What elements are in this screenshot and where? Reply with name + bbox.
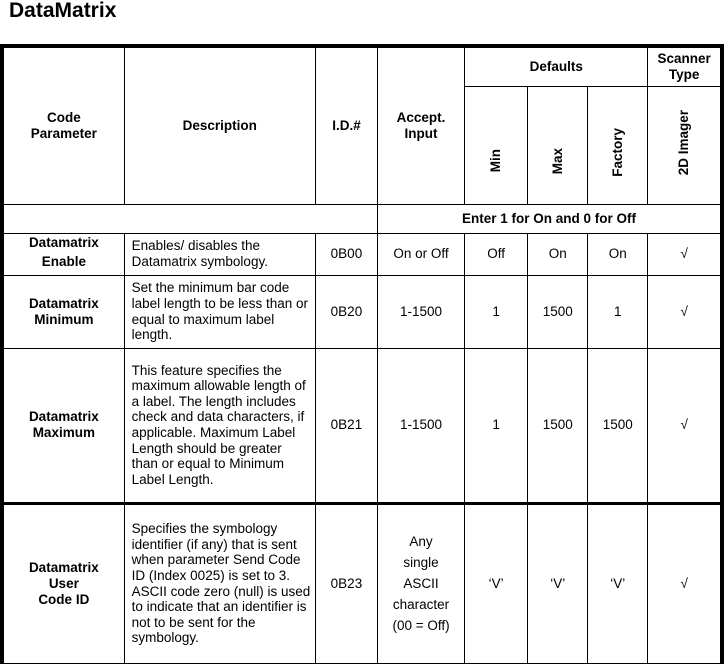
check-icon: √ xyxy=(647,274,723,349)
default-min-cell: ‘V’ xyxy=(464,501,529,664)
default-factory-cell: 1 xyxy=(587,274,649,349)
header-max: Max xyxy=(549,147,565,175)
table-row: Datamatrix Minimum Set the minimum bar c… xyxy=(1,274,723,349)
param-name-line: User xyxy=(48,575,79,591)
code-parameter-cell: Datamatrix Maximum xyxy=(1,347,125,504)
default-min-cell: 1 xyxy=(464,274,529,349)
header-imager-cell: 2D Imager xyxy=(647,85,723,205)
param-name-line: Maximum xyxy=(32,425,95,440)
header-max-cell: Max xyxy=(527,85,589,205)
param-name-line: Minimum xyxy=(34,311,94,327)
header-factory: Factory xyxy=(609,127,625,177)
default-factory-cell: ‘V’ xyxy=(587,501,649,664)
default-max-cell: 1500 xyxy=(527,274,589,349)
header-2d-imager: 2D Imager xyxy=(676,110,692,176)
header-description: Description xyxy=(123,45,316,205)
param-name-line: Datamatrix xyxy=(28,295,99,311)
accept-input-line: Any xyxy=(409,534,433,549)
header-min: Min xyxy=(488,149,504,173)
param-name-line: Datamatrix xyxy=(28,559,99,575)
accept-input-cell: 1-1500 xyxy=(376,347,466,504)
check-icon: √ xyxy=(647,347,723,504)
accept-input-cell: On or Off xyxy=(376,232,466,276)
id-cell: 0B00 xyxy=(314,232,378,276)
check-icon: √ xyxy=(647,501,723,664)
accept-input-line: character xyxy=(392,597,450,612)
note-row: Enter 1 for On and 0 for Off xyxy=(1,203,723,234)
note-on-off: Enter 1 for On and 0 for Off xyxy=(376,203,723,234)
param-name-line: Datamatrix xyxy=(28,409,99,424)
default-max-cell: ‘V’ xyxy=(527,501,589,664)
accept-input-line: (00 = Off) xyxy=(392,618,450,633)
default-min-cell: 1 xyxy=(464,347,529,504)
header-row-top: Code Parameter Description I.D.# Accept.… xyxy=(1,45,723,205)
header-factory-cell: Factory xyxy=(587,85,649,205)
accept-input-line: ASCII xyxy=(403,576,439,591)
default-factory-cell: On xyxy=(587,232,649,276)
accept-input-cell: 1-1500 xyxy=(376,274,466,349)
header-code-parameter: Code Parameter xyxy=(1,45,125,205)
param-name-line: Code ID xyxy=(38,591,90,607)
description-cell: Enables/ disables the Datamatrix symbolo… xyxy=(123,232,316,276)
note-blank-cell xyxy=(1,203,378,234)
description-cell: Specifies the symbology identifier (if a… xyxy=(123,501,316,664)
id-cell: 0B20 xyxy=(314,274,378,349)
header-id: I.D.# xyxy=(314,45,378,205)
table-row: Datamatrix User Code ID Specifies the sy… xyxy=(1,501,723,664)
default-factory-cell: 1500 xyxy=(587,347,649,504)
param-name-line: Datamatrix xyxy=(28,235,99,250)
code-parameter-cell: Datamatrix User Code ID xyxy=(1,501,125,664)
header-scanner-type: Scanner Type xyxy=(647,45,723,87)
check-icon: √ xyxy=(647,232,723,276)
default-min-cell: Off xyxy=(464,232,529,276)
header-defaults: Defaults xyxy=(464,45,649,87)
id-cell: 0B21 xyxy=(314,347,378,504)
param-name-line: Enable xyxy=(41,254,86,269)
accept-input-line: single xyxy=(403,555,439,570)
header-min-cell: Min xyxy=(464,85,529,205)
header-accept-input: Accept. Input xyxy=(376,45,466,205)
code-parameter-cell: Datamatrix Minimum xyxy=(1,274,125,349)
default-max-cell: On xyxy=(527,232,589,276)
default-max-cell: 1500 xyxy=(527,347,589,504)
table-row: Datamatrix Maximum This feature specifie… xyxy=(1,347,723,504)
accept-input-cell: Any single ASCII character (00 = Off) xyxy=(376,501,466,664)
datamatrix-parameter-table: Code Parameter Description I.D.# Accept.… xyxy=(0,44,724,664)
page-title: DataMatrix xyxy=(9,0,117,22)
description-cell: This feature specifies the maximum allow… xyxy=(123,347,316,504)
code-parameter-cell: Datamatrix Enable xyxy=(1,232,125,276)
description-cell: Set the minimum bar code label length to… xyxy=(123,274,316,349)
table-row: Datamatrix Enable Enables/ disables the … xyxy=(1,232,723,276)
id-cell: 0B23 xyxy=(314,501,378,664)
